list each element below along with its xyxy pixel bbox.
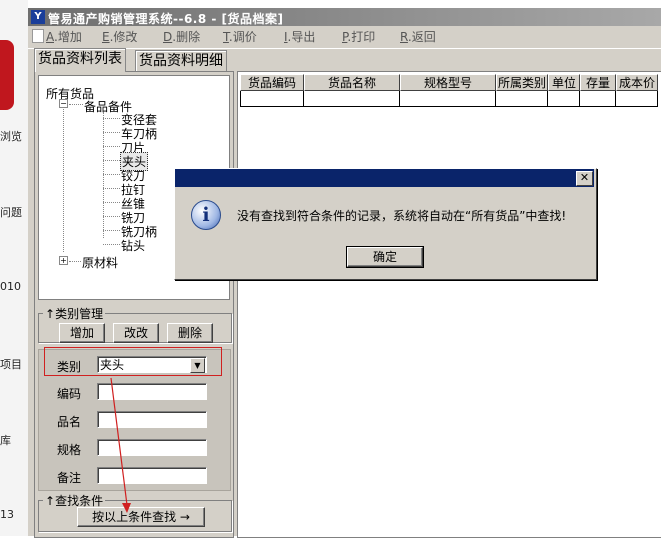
desktop-label: 13 (0, 508, 14, 521)
col-header[interactable]: 单位 (548, 74, 580, 91)
col-header[interactable]: 成本价 (616, 74, 658, 91)
tree-collapse-toggle[interactable]: − (59, 99, 68, 108)
desktop-label: 库 (0, 434, 11, 447)
tree-item[interactable]: 钻头 (121, 237, 145, 254)
col-header[interactable]: 规格型号 (400, 74, 496, 91)
category-add-button[interactable]: 增加 (59, 323, 105, 343)
toolbar: A.增加 E.修改 D.删除 T.调价 I.导出 P.打印 R.返回 (28, 26, 661, 49)
tree-group-materials[interactable]: 原材料 (82, 254, 118, 271)
code-label: 编码 (57, 387, 82, 401)
code-input[interactable] (97, 383, 207, 400)
tab-detail[interactable]: 货品资料明细 (135, 50, 227, 71)
toolbar-edit-button[interactable]: E.修改 (102, 29, 137, 45)
spec-input[interactable] (97, 439, 207, 456)
ok-button[interactable]: 确定 (346, 246, 424, 268)
desktop-label: 问题 (0, 206, 22, 219)
toolbar-adjust-price-button[interactable]: T.调价 (223, 29, 257, 45)
desktop-label: 项目 (0, 358, 22, 371)
toolbar-add-button[interactable]: A.增加 (32, 29, 82, 45)
toolbar-delete-button[interactable]: D.删除 (163, 29, 200, 45)
message-dialog: ✕ i 没有查找到符合条件的记录，系统将自动在“所有货品”中查找! 确定 (174, 168, 597, 280)
grid-cell[interactable] (240, 91, 304, 107)
desktop-background: 浏览 问题 010 项目 库 13 (0, 0, 28, 536)
desktop-icon-red (0, 40, 14, 110)
grid-cell[interactable] (304, 91, 400, 107)
grid-cell[interactable] (496, 91, 548, 107)
category-mgmt-legend: ↑类别管理 (45, 307, 104, 321)
search-button[interactable]: 按以上条件查找 → (77, 507, 205, 527)
grid-cell[interactable] (548, 91, 580, 107)
col-header[interactable]: 货品名称 (304, 74, 400, 91)
dialog-message: 没有查找到符合条件的记录，系统将自动在“所有货品”中查找! (237, 209, 567, 223)
tab-list[interactable]: 货品资料列表 (34, 48, 126, 72)
note-label: 备注 (57, 471, 82, 485)
spec-label: 规格 (57, 443, 82, 457)
desktop-label: 010 (0, 280, 21, 293)
close-icon[interactable]: ✕ (576, 171, 593, 186)
window-title: 管易通产购销管理系统--6.8 - [货品档案] (48, 12, 284, 26)
left-panel: 所有货品 − 备品备件 变径套 车刀柄 刀片 夹头 铰刀 拉钉 丝锥 铣刀 铣刀… (34, 71, 234, 538)
toolbar-back-button[interactable]: R.返回 (400, 29, 436, 45)
col-header[interactable]: 所属类别 (496, 74, 548, 91)
grid-cell[interactable] (616, 91, 658, 107)
name-label: 品名 (57, 415, 82, 429)
tree-expand-toggle[interactable]: + (59, 256, 68, 265)
goods-grid: 货品编码 货品名称 规格型号 所属类别 单位 存量 成本价 (237, 71, 661, 538)
desktop-label: 浏览 (0, 130, 22, 143)
app-icon: Y (31, 10, 45, 24)
add-icon (32, 29, 44, 43)
grid-cell[interactable] (580, 91, 616, 107)
grid-cell[interactable] (400, 91, 496, 107)
note-input[interactable] (97, 467, 207, 484)
title-bar: Y 管易通产购销管理系统--6.8 - [货品档案] (28, 8, 661, 26)
col-header[interactable]: 存量 (580, 74, 616, 91)
toolbar-print-button[interactable]: P.打印 (342, 29, 375, 45)
info-icon: i (191, 200, 221, 230)
annotation-highlight-box (44, 347, 222, 376)
col-header[interactable]: 货品编码 (240, 74, 304, 91)
dialog-title-bar (175, 169, 594, 187)
name-input[interactable] (97, 411, 207, 428)
toolbar-export-button[interactable]: I.导出 (284, 29, 315, 45)
category-delete-button[interactable]: 删除 (167, 323, 213, 343)
category-edit-button[interactable]: 改改 (113, 323, 159, 343)
